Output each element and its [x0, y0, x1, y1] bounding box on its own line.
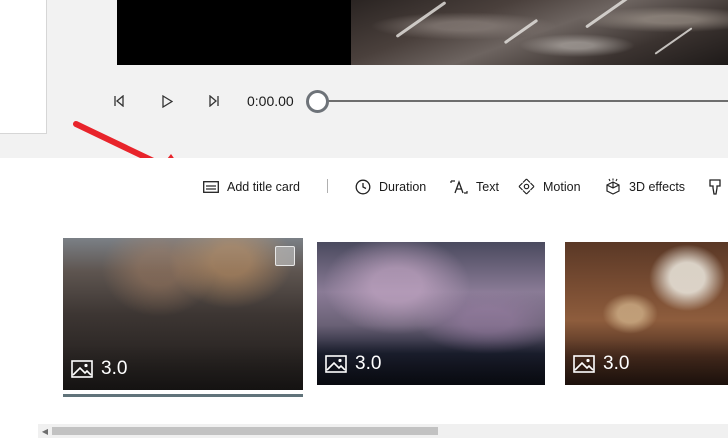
card-duration-value: 3.0 [603, 353, 630, 374]
3d-effects-label: 3D effects [629, 179, 686, 194]
clock-icon [355, 179, 371, 194]
image-icon [573, 355, 595, 373]
text-button[interactable]: Text [450, 178, 499, 195]
duration-button[interactable]: Duration [355, 178, 426, 195]
storyboard-toolbar: Add title card Duration Text Motion 3D e… [0, 158, 728, 214]
storyboard: 3.0 3.0 3.0 [0, 214, 728, 424]
card-duration-value: 3.0 [101, 358, 128, 379]
text-icon [450, 179, 468, 194]
scrubber-track[interactable] [318, 100, 728, 102]
motion-icon [518, 178, 535, 195]
card-duration-value: 3.0 [355, 353, 382, 374]
text-label: Text [476, 179, 499, 194]
card-duration: 3.0 [71, 358, 127, 380]
3d-effects-icon [606, 178, 620, 195]
3d-effects-button[interactable]: 3D effects [605, 178, 685, 195]
storyboard-card[interactable]: 3.0 [565, 242, 728, 385]
scroll-left-icon[interactable]: ◀ [38, 424, 52, 438]
storyboard-card[interactable]: 3.0 [63, 238, 303, 390]
image-icon [71, 360, 93, 378]
play-button[interactable] [154, 88, 180, 114]
video-frame-image [351, 0, 728, 65]
storyboard-card[interactable]: 3.0 [317, 242, 545, 385]
add-title-card-button[interactable]: Add title card [203, 178, 300, 195]
skip-forward-button[interactable] [201, 88, 227, 114]
playback-controls: 0:00.00 [0, 88, 728, 114]
duration-label: Duration [379, 179, 427, 194]
card-duration: 3.0 [573, 353, 629, 375]
filter-icon [709, 178, 721, 195]
skip-back-button[interactable] [106, 88, 132, 114]
card-select-checkbox[interactable] [275, 246, 295, 266]
skip-back-icon [114, 95, 124, 107]
play-icon [162, 94, 173, 108]
skip-forward-icon [209, 95, 219, 107]
motion-label: Motion [543, 179, 581, 194]
storyboard-scrollbar[interactable]: ◀ [38, 424, 728, 438]
video-preview[interactable] [117, 0, 728, 65]
card-duration: 3.0 [325, 353, 381, 375]
scrubber-thumb[interactable] [306, 90, 329, 113]
filters-button[interactable] [708, 178, 728, 195]
image-icon [325, 355, 347, 373]
playback-time: 0:00.00 [247, 93, 294, 109]
title-card-icon [203, 180, 219, 193]
add-title-card-label: Add title card [227, 179, 300, 194]
selected-card-indicator [63, 394, 303, 397]
toolbar-divider [327, 179, 328, 193]
video-letterbox [117, 0, 351, 65]
scrollbar-thumb[interactable] [52, 427, 438, 435]
motion-button[interactable]: Motion [518, 178, 581, 195]
